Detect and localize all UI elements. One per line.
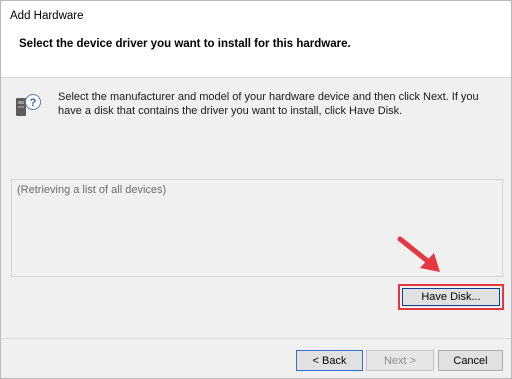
device-list-status: (Retrieving a list of all devices) — [17, 184, 167, 196]
page-subtitle: Select the device driver you want to ins… — [19, 38, 351, 50]
next-button[interactable]: Next > — [366, 350, 434, 371]
back-button[interactable]: < Back — [296, 350, 363, 371]
hardware-help-icon: ? — [16, 94, 41, 116]
cancel-button[interactable]: Cancel — [438, 350, 503, 371]
wizard-header: Add Hardware Select the device driver yo… — [1, 1, 511, 78]
red-arrow-annotation — [397, 236, 440, 272]
instructions-text: Select the manufacturer and model of you… — [58, 91, 479, 117]
footer-divider — [1, 338, 511, 339]
window-title: Add Hardware — [10, 10, 84, 22]
have-disk-button[interactable]: Have Disk... — [398, 284, 504, 310]
svg-text:?: ? — [30, 97, 37, 109]
add-hardware-window: Add Hardware Select the device driver yo… — [0, 0, 512, 379]
